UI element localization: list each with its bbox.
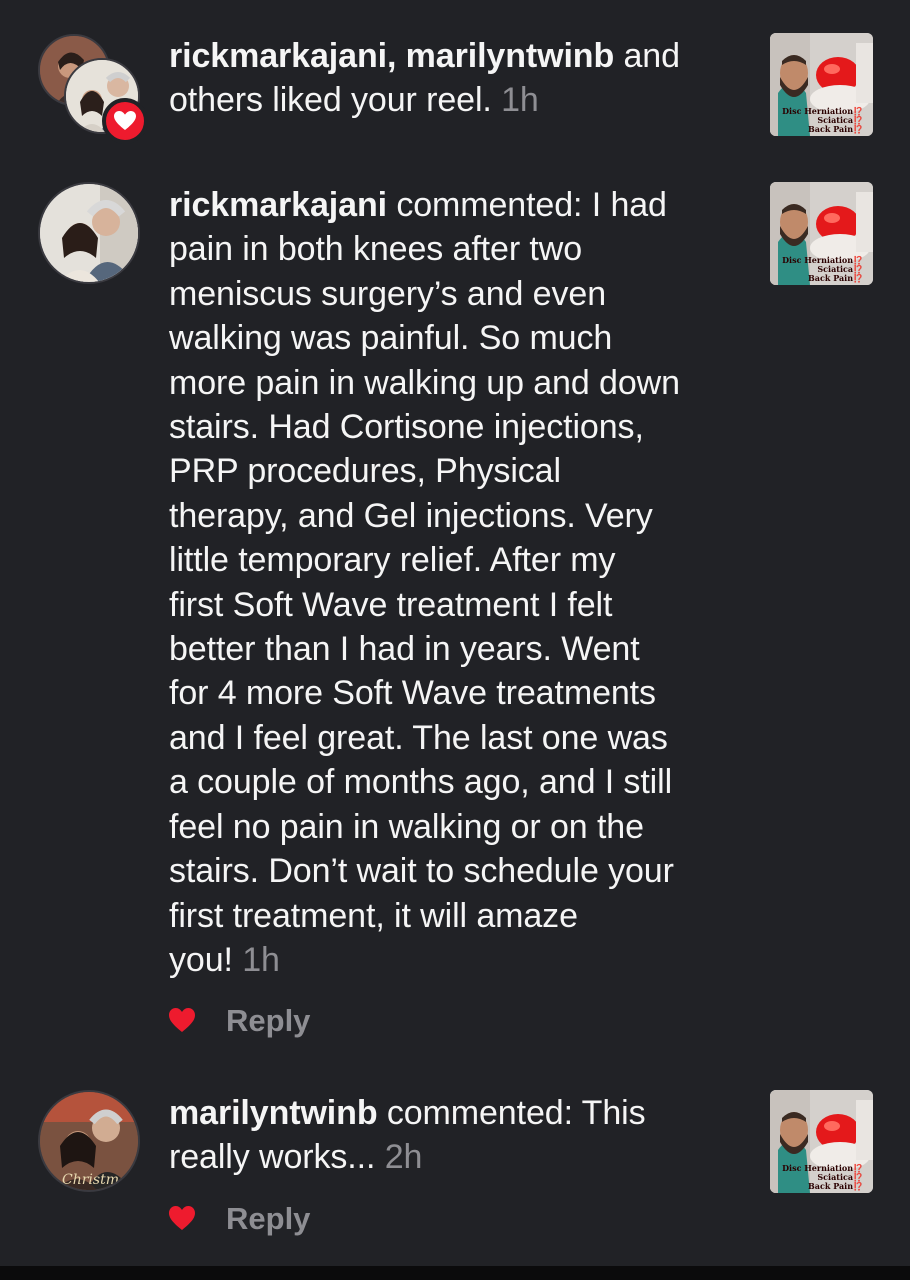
reel-thumbnail[interactable]: Disc Herniation⁉️ Sciatica⁉️ Back Pain⁉️ (770, 1090, 873, 1193)
comment-body-line: better than I had in years. Went (169, 630, 640, 669)
comment-body-line: more pain in walking up and down (169, 363, 680, 402)
like-notification[interactable]: rickmarkajani, marilyntwinb and others l… (0, 0, 910, 160)
comment-body-line: walking was painful. So much (169, 319, 613, 358)
comment-body-line: a couple of months ago, and I still (169, 763, 673, 802)
heart-icon[interactable] (168, 1205, 196, 1231)
comment-body-line: and I feel great. The last one was (169, 718, 668, 757)
avatar[interactable]: Christmas (38, 1090, 140, 1192)
comment-notification[interactable]: rickmarkajani commented: I had pain in b… (0, 170, 910, 1050)
comment-verb: commented: (377, 1094, 582, 1132)
comment-body-line: first Soft Wave treatment I felt (169, 585, 613, 624)
timestamp: 1h (501, 81, 539, 120)
reply-button[interactable]: Reply (226, 1199, 310, 1239)
caption-line: Back Pain⁉️ (808, 124, 863, 134)
caption-line: Back Pain⁉️ (808, 273, 863, 283)
comment-body-line: therapy, and Gel injections. Very (169, 496, 653, 535)
reel-thumbnail-caption: Disc Herniation⁉️ Sciatica⁉️ Back Pain⁉️ (770, 1164, 873, 1191)
reel-thumbnail[interactable]: Disc Herniation⁉️ Sciatica⁉️ Back Pain⁉️ (770, 182, 873, 285)
comment-body-line: little temporary relief. After my (169, 541, 616, 580)
comment-username[interactable]: marilyntwinb (169, 1094, 378, 1132)
comment-body-line: I had (591, 186, 667, 224)
liked-by-usernames[interactable]: rickmarkajani, marilyntwinb (169, 37, 614, 75)
comment-body-line: for 4 more Soft Wave treatments (169, 674, 656, 713)
caption-line: Back Pain⁉️ (808, 1181, 863, 1191)
comment-username[interactable]: rickmarkajani (169, 186, 387, 224)
comment-body-line: really works... (169, 1138, 376, 1177)
heart-icon (114, 111, 136, 130)
comment-body-line: pain in both knees after two (169, 230, 583, 269)
comment-body-line: feel no pain in walking or on the (169, 807, 644, 846)
bottom-edge (0, 1266, 910, 1280)
comment-body-line: This (581, 1094, 646, 1132)
comment-verb: commented: (386, 186, 592, 224)
avatar-text: Christmas (62, 1172, 135, 1188)
comment-body-line: stairs. Had Cortisone injections, (169, 408, 644, 447)
comment-notification[interactable]: Christmas marilyntwinb commented: This r… (0, 1080, 910, 1250)
reel-thumbnail-caption: Disc Herniation⁉️ Sciatica⁉️ Back Pain⁉️ (770, 107, 873, 134)
timestamp: 2h (384, 1138, 423, 1177)
heart-icon[interactable] (168, 1007, 196, 1033)
comment-line: rickmarkajani commented: I had (169, 183, 749, 227)
comment-body-line: first treatment, it will amaze (169, 896, 578, 935)
comment-body-line: stairs. Don’t wait to schedule your (169, 852, 674, 891)
comment-body-line: PRP procedures, Physical (169, 452, 561, 491)
reply-button[interactable]: Reply (226, 1001, 310, 1041)
reel-thumbnail-caption: Disc Herniation⁉️ Sciatica⁉️ Back Pain⁉️ (770, 256, 873, 283)
like-badge (102, 98, 148, 144)
avatar[interactable] (38, 182, 140, 284)
timestamp: 1h (242, 940, 280, 979)
like-notification-text: rickmarkajani, marilyntwinb and others l… (169, 34, 749, 123)
comment-line: marilyntwinb commented: This (169, 1091, 749, 1135)
comment-body-line: you! (169, 940, 233, 979)
comment-text: marilyntwinb commented: This really work… (169, 1091, 749, 1180)
comment-last-line: really works... 2h (169, 1135, 749, 1179)
comment-text: rickmarkajani commented: I had pain in b… (169, 183, 749, 982)
comment-body-line: meniscus surgery’s and even (169, 274, 607, 313)
reel-thumbnail[interactable]: Disc Herniation⁉️ Sciatica⁉️ Back Pain⁉️ (770, 33, 873, 136)
comment-last-line: you! 1h (169, 938, 749, 982)
